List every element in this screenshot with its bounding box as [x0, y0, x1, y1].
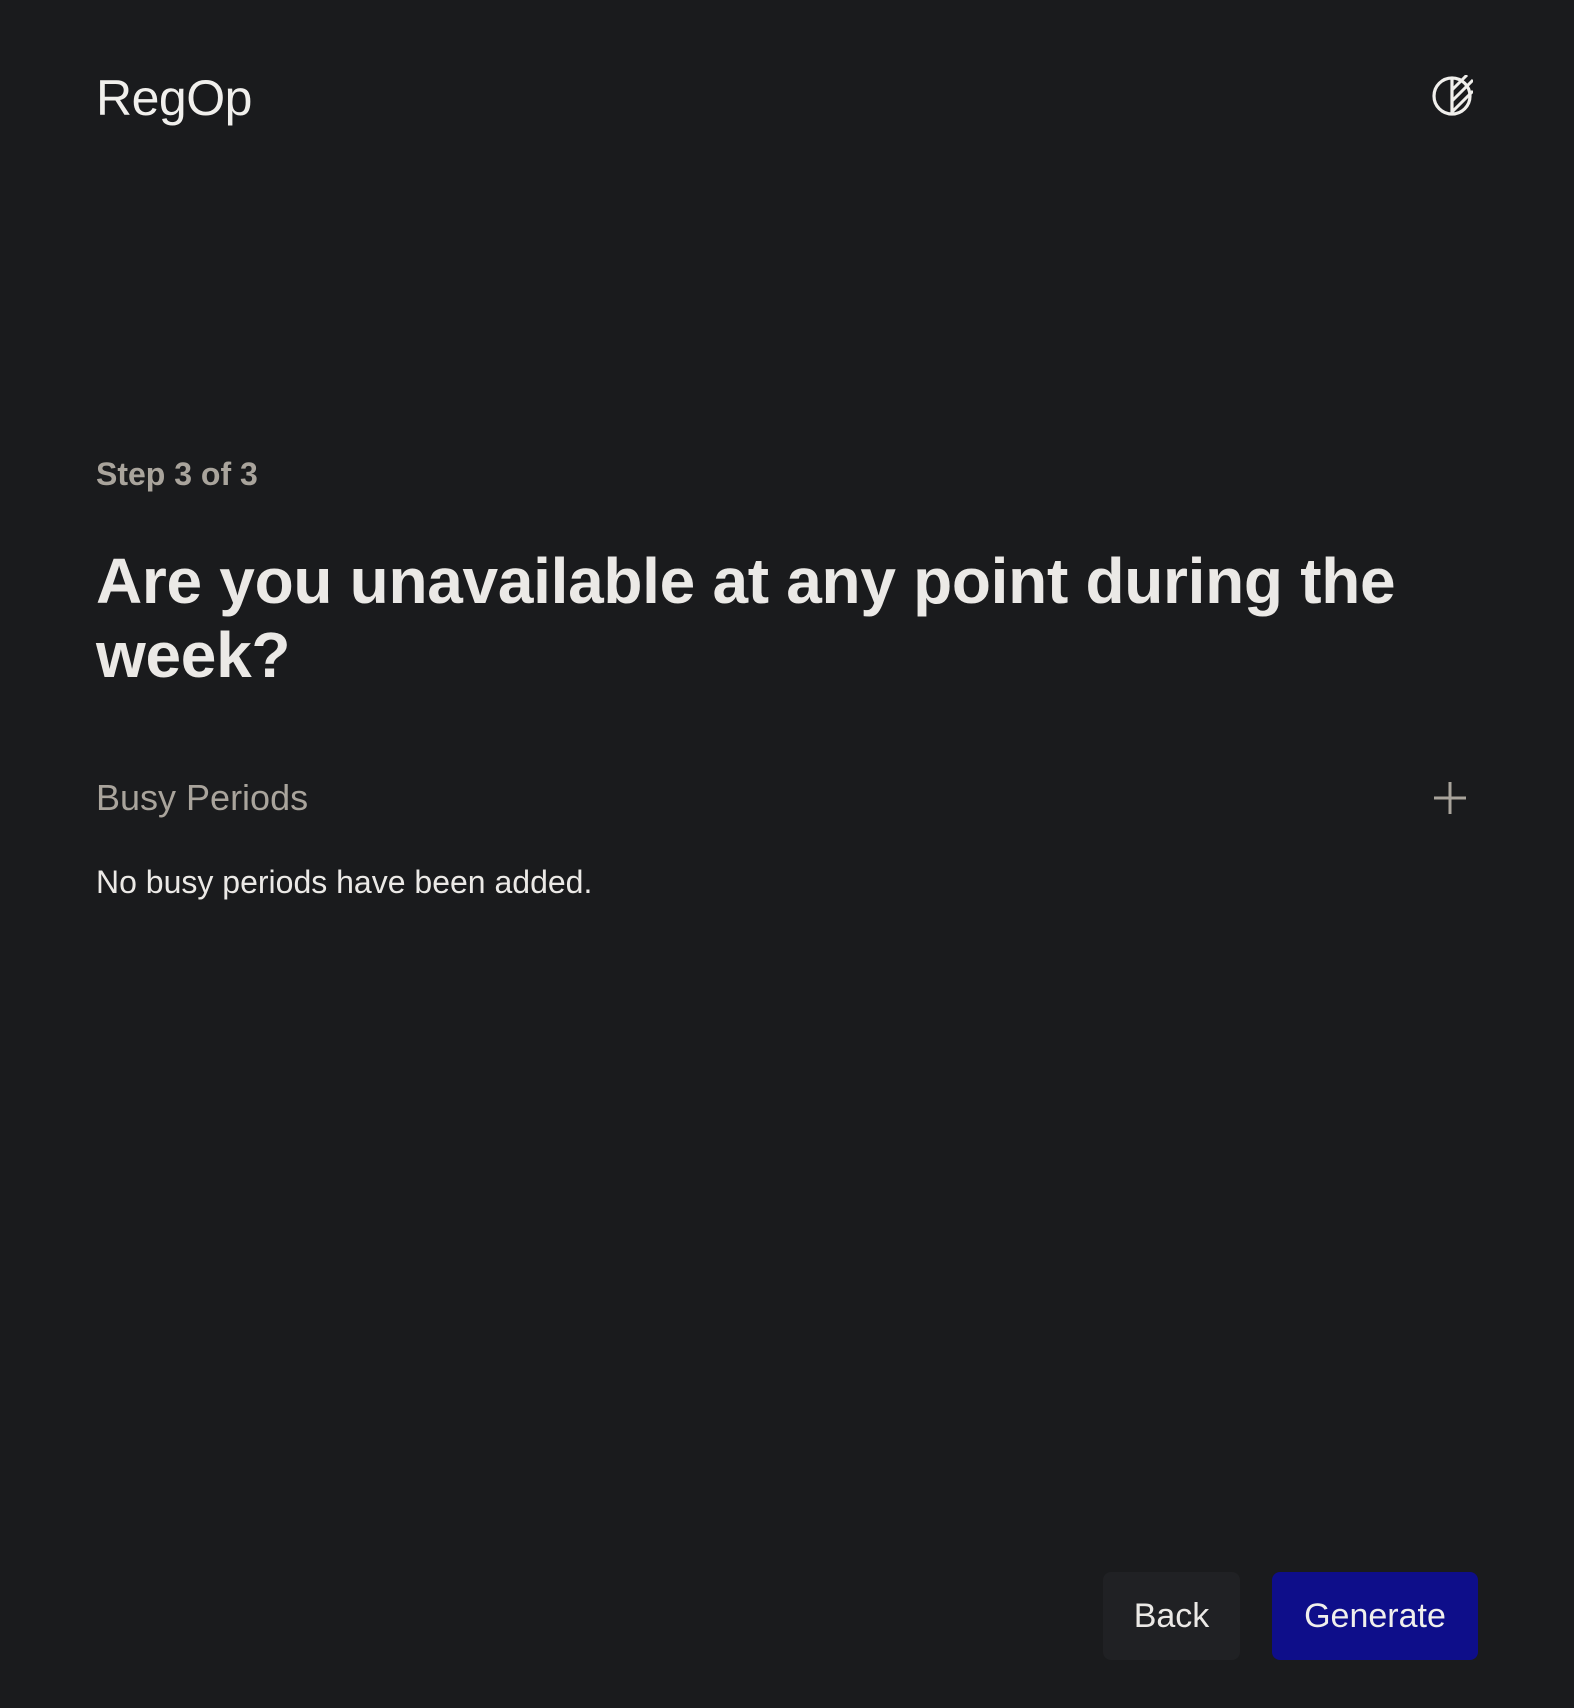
generate-button[interactable]: Generate	[1272, 1572, 1478, 1660]
brand-logo: RegOp	[96, 70, 252, 126]
busy-periods-header: Busy Periods	[96, 770, 1478, 826]
page-question: Are you unavailable at any point during …	[96, 545, 1396, 691]
step-indicator: Step 3 of 3	[96, 456, 258, 492]
plus-icon	[1434, 782, 1466, 814]
contrast-icon	[1432, 75, 1473, 116]
theme-toggle-button[interactable]	[1430, 74, 1474, 118]
add-busy-period-button[interactable]	[1422, 770, 1478, 826]
back-button[interactable]: Back	[1103, 1572, 1240, 1660]
busy-periods-empty-message: No busy periods have been added.	[96, 864, 593, 900]
busy-periods-title: Busy Periods	[96, 777, 309, 818]
